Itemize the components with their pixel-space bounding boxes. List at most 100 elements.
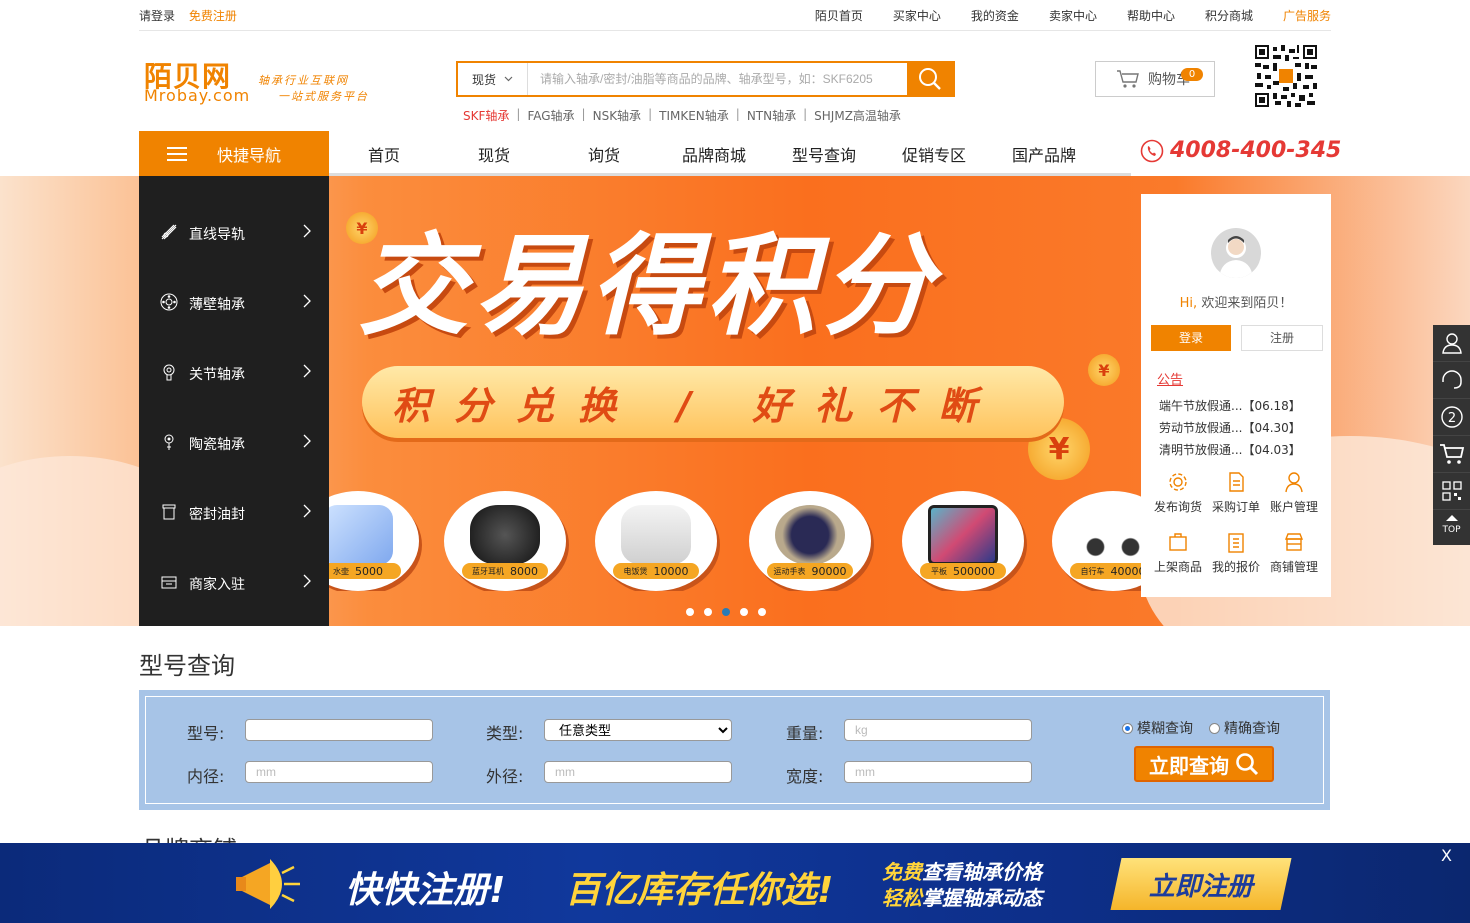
action-shop-management[interactable]: 商铺管理: [1265, 526, 1323, 586]
notice-title[interactable]: 公告: [1157, 369, 1183, 388]
help-icon: 2: [1440, 406, 1463, 428]
nav-promotion[interactable]: 促销专区: [879, 142, 989, 166]
search-icon: [1236, 753, 1259, 776]
category-seal[interactable]: 密封油封: [139, 479, 329, 549]
carousel-dot[interactable]: [758, 608, 766, 616]
cart-button[interactable]: 购物车 0: [1095, 61, 1215, 97]
hotword-timken[interactable]: TIMKEN轴承: [659, 107, 729, 124]
register-button[interactable]: 注册: [1241, 325, 1323, 351]
promo-benefit-1: 查看轴承价格: [922, 860, 1042, 884]
product-tag: 运动手表 90000: [767, 563, 853, 579]
query-now-button[interactable]: 立即查询: [1134, 746, 1274, 782]
model-input[interactable]: [245, 719, 433, 741]
outer-diameter-input[interactable]: [544, 761, 732, 783]
login-link[interactable]: 请登录: [139, 9, 175, 23]
product-points: 8000: [510, 564, 538, 578]
product-tag: 水壶 5000: [329, 563, 401, 579]
top-link-seller[interactable]: 卖家中心: [1049, 7, 1097, 24]
width-label: 宽度:: [786, 767, 824, 786]
logo-en: Mrobay.com: [144, 86, 251, 105]
type-select[interactable]: 任意类型: [544, 719, 732, 741]
product-tag: 电饭煲 10000: [613, 563, 699, 579]
hot-search-words: SKF轴承 | FAG轴承 | NSK轴承 | TIMKEN轴承 | NTN轴承 | SH…: [463, 107, 901, 124]
search-input[interactable]: [528, 63, 907, 95]
login-button[interactable]: 登录: [1151, 325, 1231, 351]
close-promo-button[interactable]: X: [1441, 846, 1452, 865]
box-icon: [1169, 533, 1187, 551]
hotword-nsk[interactable]: NSK轴承: [593, 107, 641, 124]
notice-item[interactable]: 清明节放假通...【04.03】: [1159, 439, 1301, 461]
toolbar-help[interactable]: 2: [1433, 399, 1470, 436]
action-publish-inquiry[interactable]: 发布询货: [1149, 466, 1207, 526]
hotword-fag[interactable]: FAG轴承: [527, 107, 574, 124]
earbuds-image: [470, 505, 540, 565]
action-list-products[interactable]: 上架商品: [1149, 526, 1207, 586]
site-logo[interactable]: 陌贝网 Mrobay.com 轴承行业互联网 一站式服务平台: [144, 55, 389, 105]
nav-spot[interactable]: 现货: [439, 142, 549, 166]
linear-guide-icon: [159, 223, 179, 245]
back-to-top-button[interactable]: TOP: [1433, 510, 1470, 542]
action-purchase-orders[interactable]: 采购订单: [1207, 466, 1265, 526]
action-label: 账户管理: [1269, 500, 1318, 514]
search-type-select[interactable]: 现货: [458, 63, 528, 95]
headset-icon: [1441, 370, 1462, 389]
top-link-home[interactable]: 陌贝首页: [815, 7, 863, 24]
register-link[interactable]: 免费注册: [189, 9, 237, 23]
fuzzy-query-label: 模糊查询: [1137, 721, 1193, 737]
category-merchant-join[interactable]: 商家入驻: [139, 549, 329, 619]
hotword-skf[interactable]: SKF轴承: [463, 107, 509, 124]
top-link-ad-service[interactable]: 广告服务: [1283, 7, 1331, 24]
category-linear-guide[interactable]: 直线导轨: [139, 199, 329, 269]
category-thin-wall-bearing[interactable]: 薄壁轴承: [139, 269, 329, 339]
promo-text-inventory: 百亿库存任你选!: [565, 870, 834, 911]
ceramic-bearing-icon: [159, 433, 179, 455]
top-link-buyer[interactable]: 买家中心: [893, 7, 941, 24]
toolbar-user[interactable]: [1433, 325, 1470, 362]
product-bicycle: 自行车 40000: [1052, 491, 1141, 591]
hotword-shjmz[interactable]: SHJMZ高温轴承: [814, 107, 901, 124]
quick-nav-label: 快捷导航: [217, 145, 282, 165]
toolbar-cart[interactable]: [1433, 436, 1470, 473]
carousel-dot[interactable]: [686, 608, 694, 616]
toolbar-service[interactable]: [1433, 362, 1470, 399]
carousel-dot[interactable]: [740, 608, 748, 616]
notice-item[interactable]: 劳动节放假通...【04.30】: [1159, 417, 1301, 439]
action-my-quotes[interactable]: 我的报价: [1207, 526, 1265, 586]
fuzzy-query-radio[interactable]: 模糊查询: [1122, 718, 1193, 738]
weight-input[interactable]: [844, 719, 1032, 741]
nav-home[interactable]: 首页: [329, 142, 439, 166]
top-link-funds[interactable]: 我的资金: [971, 7, 1019, 24]
category-sidebar: 直线导轨 薄壁轴承 关节轴承 陶瓷轴承 密封油封 商家入驻: [139, 176, 329, 626]
chevron-right-icon: [303, 224, 311, 238]
width-input[interactable]: [844, 761, 1032, 783]
top-link-points-mall[interactable]: 积分商城: [1205, 7, 1253, 24]
carousel-dot[interactable]: [704, 608, 712, 616]
promo-benefit-2: 掌握轴承动态: [922, 886, 1042, 910]
toolbar-qrcode[interactable]: [1433, 473, 1470, 510]
carousel-dot-active[interactable]: [722, 608, 730, 616]
welcome-hi: Hi,: [1179, 296, 1198, 311]
product-tag: 自行车 40000: [1070, 563, 1141, 579]
tablet-image: [928, 505, 998, 565]
page: 请登录 免费注册 陌贝首页 买家中心 我的资金 卖家中心 帮助中心 积分商城 广…: [0, 0, 1470, 923]
register-promo-bar[interactable]: 快快注册! 百亿库存任你选! 免费查看轴承价格 轻松掌握轴承动态 立即注册 X: [0, 843, 1470, 923]
notice-item[interactable]: 端午节放假通...【06.18】: [1159, 395, 1301, 417]
chevron-right-icon: [303, 574, 311, 588]
document-icon: [1229, 472, 1244, 492]
top-link-help[interactable]: 帮助中心: [1127, 7, 1175, 24]
nav-inquiry[interactable]: 询货: [549, 142, 659, 166]
nav-model-query[interactable]: 型号查询: [769, 142, 879, 166]
floating-toolbar: 2 TOP: [1433, 325, 1470, 545]
nav-domestic-brand[interactable]: 国产品牌: [989, 142, 1099, 166]
search-button[interactable]: [907, 63, 953, 95]
nav-brand-mall[interactable]: 品牌商城: [659, 142, 769, 166]
inner-diameter-input[interactable]: [245, 761, 433, 783]
category-joint-bearing[interactable]: 关节轴承: [139, 339, 329, 409]
exact-query-radio[interactable]: 精确查询: [1209, 718, 1280, 738]
hotword-ntn[interactable]: NTN轴承: [747, 107, 796, 124]
phone-icon: [1140, 139, 1164, 162]
action-account-management[interactable]: 账户管理: [1265, 466, 1323, 526]
quick-nav-button[interactable]: 快捷导航: [139, 131, 329, 176]
category-ceramic-bearing[interactable]: 陶瓷轴承: [139, 409, 329, 479]
register-now-button[interactable]: 立即注册: [1110, 858, 1292, 910]
